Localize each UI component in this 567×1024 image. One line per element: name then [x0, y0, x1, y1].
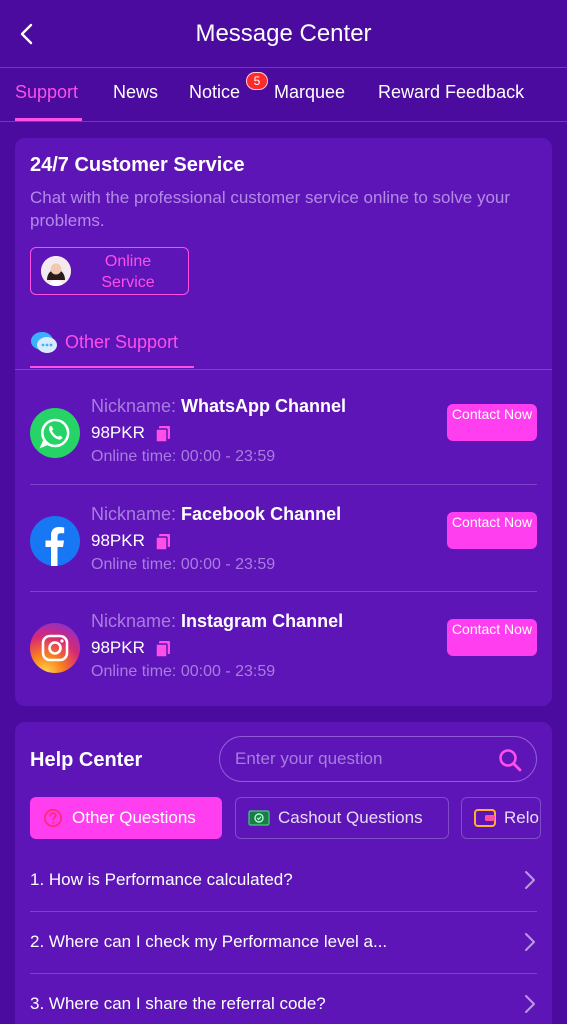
tab-reward-feedback[interactable]: Reward Feedback: [378, 82, 524, 103]
copy-icon[interactable]: [156, 426, 170, 442]
search-box: [219, 736, 537, 782]
channel-nickname: Nickname: Facebook Channel: [91, 504, 341, 525]
tab-bar: Support News Notice Marquee Reward Feedb…: [0, 68, 567, 122]
other-support-tab[interactable]: Other Support: [30, 328, 194, 368]
tab-news[interactable]: News: [113, 82, 158, 103]
nickname-label: Nickname:: [91, 611, 177, 631]
chevron-right-icon: [525, 933, 535, 951]
contact-now-button[interactable]: Contact Now: [447, 404, 537, 441]
tab-marquee[interactable]: Marquee: [274, 82, 345, 103]
channel-online-time: Online time: 00:00 - 23:59: [91, 556, 275, 574]
channel-online-time: Online time: 00:00 - 23:59: [91, 448, 275, 466]
avatar: [41, 256, 71, 286]
online-time-value: 00:00 - 23:59: [180, 448, 276, 465]
category-label: Relo: [504, 808, 539, 827]
nickname-label: Nickname:: [91, 504, 177, 524]
page-title: Message Center: [195, 19, 372, 47]
help-center-title: Help Center: [30, 749, 143, 771]
help-center-card: Help Center Other Questions Cashout Ques…: [15, 722, 552, 1024]
copy-icon[interactable]: [156, 641, 170, 657]
tab-support[interactable]: Support: [15, 82, 78, 103]
online-time-label: Online time:: [91, 556, 177, 573]
chevron-right-icon: [525, 871, 535, 889]
channel-currency: 98PKR: [91, 638, 145, 657]
divider: [15, 369, 552, 370]
channel-instagram: Nickname: Instagram Channel 98PKR Online…: [30, 611, 537, 711]
category-relo[interactable]: Relo: [461, 797, 541, 839]
online-time-label: Online time:: [91, 448, 177, 465]
nickname-value: Facebook Channel: [181, 504, 342, 524]
online-service-label: Online Service: [101, 253, 155, 291]
tab-notice[interactable]: Notice: [189, 82, 240, 103]
question-item[interactable]: 2. Where can I check my Performance leve…: [30, 912, 537, 974]
online-time-value: 00:00 - 23:59: [180, 556, 276, 573]
nickname-value: WhatsApp Channel: [181, 396, 347, 416]
other-support-label: Other Support: [65, 332, 179, 352]
wallet-icon: [474, 809, 496, 827]
chat-bubble-icon: [31, 332, 57, 353]
header: Message Center: [0, 0, 567, 68]
channel-online-time: Online time: 00:00 - 23:59: [91, 663, 275, 681]
whatsapp-icon: [30, 408, 80, 458]
customer-service-description: Chat with the professional customer serv…: [30, 188, 511, 230]
channel-facebook: Nickname: Facebook Channel 98PKR Online …: [30, 504, 537, 604]
question-item[interactable]: 1. How is Performance calculated?: [30, 850, 537, 912]
copy-icon[interactable]: [156, 534, 170, 550]
channel-whatsapp: Nickname: WhatsApp Channel 98PKR Online …: [30, 396, 537, 496]
question-text: 2. Where can I check my Performance leve…: [30, 932, 388, 951]
channel-currency: 98PKR: [91, 531, 145, 550]
notice-badge: 5: [246, 72, 268, 90]
channel-nickname: Nickname: WhatsApp Channel: [91, 396, 346, 417]
instagram-icon: [30, 623, 80, 673]
category-label: Cashout Questions: [278, 808, 423, 827]
category-label: Other Questions: [72, 808, 196, 827]
category-cashout-questions[interactable]: Cashout Questions: [235, 797, 449, 839]
contact-now-button[interactable]: Contact Now: [447, 619, 537, 656]
nickname-label: Nickname:: [91, 396, 177, 416]
question-text: 3. Where can I share the referral code?: [30, 994, 326, 1013]
search-icon[interactable]: [498, 748, 522, 772]
customer-service-title: 24/7 Customer Service: [30, 154, 245, 176]
online-time-label: Online time:: [91, 663, 177, 680]
facebook-icon: [30, 516, 80, 566]
question-item[interactable]: 3. Where can I share the referral code?: [30, 974, 537, 1024]
question-icon: [43, 808, 63, 828]
question-text: 1. How is Performance calculated?: [30, 870, 293, 889]
channel-currency: 98PKR: [91, 423, 145, 442]
contact-now-button[interactable]: Contact Now: [447, 512, 537, 549]
channel-nickname: Nickname: Instagram Channel: [91, 611, 343, 632]
online-service-button[interactable]: Online Service: [30, 247, 189, 295]
nickname-value: Instagram Channel: [181, 611, 344, 631]
online-time-value: 00:00 - 23:59: [180, 663, 276, 680]
divider: [30, 591, 537, 592]
divider: [30, 484, 537, 485]
chevron-right-icon: [525, 995, 535, 1013]
chevron-left-icon: [20, 23, 33, 45]
search-input[interactable]: [235, 749, 485, 769]
cash-icon: [248, 810, 270, 826]
customer-service-card: 24/7 Customer Service Chat with the prof…: [15, 138, 552, 706]
active-tab-indicator: [15, 118, 82, 121]
category-other-questions[interactable]: Other Questions: [30, 797, 222, 839]
back-button[interactable]: [12, 20, 40, 48]
